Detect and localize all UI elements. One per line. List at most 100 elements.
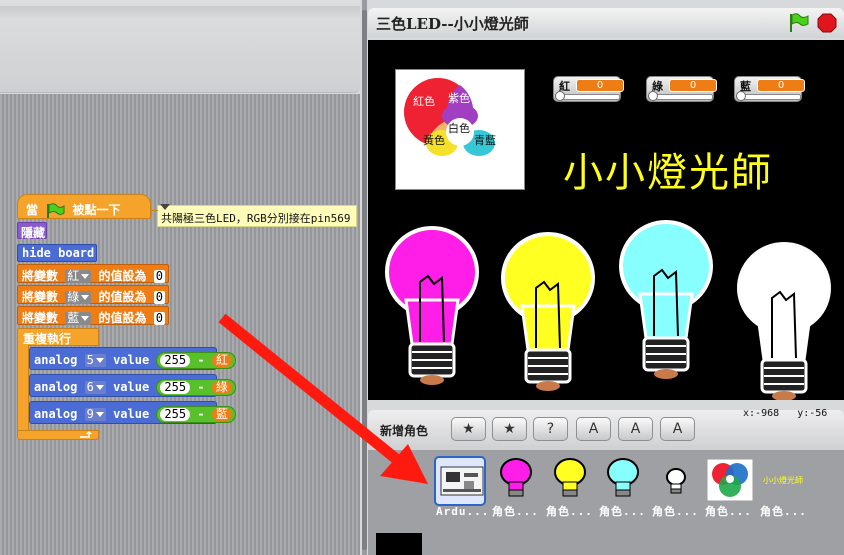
analog-label: analog	[34, 380, 78, 394]
pin-dropdown[interactable]: 6	[84, 381, 106, 394]
folder-text-button[interactable]: A	[660, 417, 695, 441]
hide-label: 隱藏	[21, 226, 46, 240]
forever-label: 重複執行	[23, 332, 72, 346]
analog-write-block[interactable]: analog 9 value 255 - 藍	[29, 401, 236, 424]
variable-value-slot[interactable]: 0	[153, 270, 165, 283]
set-variable-block[interactable]: 將變數 紅 的值設為 0	[17, 264, 169, 283]
sprite-thumbnail[interactable]: 角色...	[546, 458, 598, 518]
sprite-thumbnail[interactable]: 角色...	[599, 458, 651, 518]
bulbs-row	[368, 40, 844, 401]
green-flag-icon	[47, 202, 65, 218]
variable-reporter[interactable]: 綠	[211, 381, 232, 394]
number-slot[interactable]: 255	[160, 354, 191, 367]
chevron-down-icon	[81, 316, 90, 321]
forever-arm	[17, 345, 29, 431]
y-value: -56	[809, 408, 828, 419]
sprite-name: 角色...	[760, 505, 807, 518]
sprite-name: 角色...	[546, 505, 593, 518]
variable-reporter[interactable]: 紅	[211, 354, 232, 367]
comment-toggle-icon[interactable]	[160, 204, 170, 210]
number-slot[interactable]: 255	[160, 381, 191, 394]
pin-dropdown[interactable]: 9	[84, 408, 106, 421]
chevron-down-icon	[95, 385, 104, 390]
hat-when-label: 當	[26, 203, 39, 217]
chevron-down-icon	[95, 412, 104, 417]
set-var-mid-label: 的值設為	[98, 311, 147, 325]
cyan-bulb-icon	[607, 458, 639, 497]
number-slot[interactable]: 255	[160, 408, 191, 421]
paint-a-icon: A	[630, 421, 641, 437]
sprites-header: 新增角色 ★ ★ ? A A A x:-968 y:-56	[368, 408, 844, 450]
random-sprite-button[interactable]: ?	[533, 417, 568, 441]
set-variable-block[interactable]: 將變數 藍 的值設為 0	[17, 306, 169, 325]
green-flag-icon[interactable]	[788, 13, 810, 33]
sprite-name: 角色...	[705, 505, 752, 518]
variable-value-slot[interactable]: 0	[153, 291, 165, 304]
paint-text-button[interactable]: A	[618, 417, 653, 441]
blocks-palette-panel	[0, 0, 360, 93]
sprite-thumbnail[interactable]: 角色...	[492, 458, 544, 518]
value-label: value	[113, 353, 150, 367]
scripts-area[interactable]: 當 被點一下 共陽極三色LED，RGB分別接在pin569 隱藏 hide bo…	[0, 94, 360, 555]
add-text-button[interactable]: A	[576, 417, 611, 441]
set-var-label: 將變數	[22, 311, 59, 325]
stage[interactable]: 紅色 紫色 藍色 白色 黃色 青藍 綠色 紅 0 綠 0 藍 0 小小燈光師	[368, 40, 844, 401]
sprite-name: 角色...	[599, 505, 646, 518]
set-var-label: 將變數	[22, 269, 59, 283]
light-bulb[interactable]	[385, 226, 479, 385]
analog-label: analog	[34, 407, 78, 421]
chevron-down-icon	[81, 295, 90, 300]
subtract-operator[interactable]: 255 - 藍	[156, 406, 236, 423]
stage-thumbnail[interactable]	[376, 533, 422, 555]
light-bulb[interactable]	[737, 242, 831, 401]
magenta-bulb-icon	[500, 458, 532, 497]
sprite-thumbnail[interactable]: 角色...	[705, 458, 757, 518]
light-bulb[interactable]	[501, 232, 595, 391]
set-var-mid-label: 的值設為	[98, 269, 147, 283]
subtract-operator[interactable]: 255 - 綠	[156, 379, 236, 396]
project-title: 三色LED--小小燈光師	[376, 15, 529, 33]
yellow-bulb-icon	[554, 458, 586, 497]
variable-value-slot[interactable]: 0	[153, 312, 165, 325]
white-bulb-icon	[666, 468, 686, 494]
light-bulb[interactable]	[619, 220, 713, 379]
sprite-name: Ardu...	[436, 505, 490, 518]
variable-dropdown[interactable]: 藍	[65, 312, 92, 325]
hide-block[interactable]: 隱藏	[17, 222, 47, 240]
scrollbar-thumb[interactable]	[362, 10, 367, 550]
set-var-mid-label: 的值設為	[98, 290, 147, 304]
variable-dropdown[interactable]: 紅	[65, 270, 92, 283]
hat-clicked-label: 被點一下	[72, 203, 121, 217]
loop-arrow-icon	[80, 431, 92, 438]
analog-write-block[interactable]: analog 6 value 255 - 綠	[29, 374, 236, 397]
sprite-thumbnail[interactable]: 小小燈光師 角色...	[760, 458, 812, 518]
analog-label: analog	[34, 353, 78, 367]
folder-a-icon: A	[672, 421, 683, 437]
set-var-label: 將變數	[22, 290, 59, 304]
palette-tab-band	[0, 6, 360, 18]
variable-reporter[interactable]: 藍	[211, 408, 232, 421]
sprite-thumbnail-arduino[interactable]: Ardu...	[434, 456, 488, 518]
subtract-operator[interactable]: 255 - 紅	[156, 352, 236, 369]
paint-sprite-button[interactable]: ★	[451, 417, 486, 441]
hide-board-block[interactable]: hide board	[17, 244, 97, 262]
stage-header: 三色LED--小小燈光師	[368, 8, 844, 38]
value-label: value	[113, 407, 150, 421]
variable-dropdown[interactable]: 綠	[65, 291, 92, 304]
set-variable-block[interactable]: 將變數 綠 的值設為 0	[17, 285, 169, 304]
chevron-down-icon	[81, 274, 90, 279]
arduino-board-icon	[440, 466, 484, 496]
sprite-name: 角色...	[652, 505, 699, 518]
folder-star-icon: ★	[503, 421, 516, 437]
stop-sign-icon[interactable]	[817, 13, 837, 33]
value-label: value	[113, 380, 150, 394]
sprite-thumbnail[interactable]: 角色...	[652, 458, 704, 518]
pin-dropdown[interactable]: 5	[84, 354, 106, 367]
choose-sprite-button[interactable]: ★	[492, 417, 527, 441]
script-comment[interactable]: 共陽極三色LED，RGB分別接在pin569	[157, 205, 357, 227]
text-a-icon: A	[588, 421, 599, 437]
x-value: -968	[755, 408, 780, 419]
analog-write-block[interactable]: analog 5 value 255 - 紅	[29, 347, 236, 370]
when-flag-clicked-block[interactable]: 當 被點一下	[17, 194, 151, 219]
chevron-down-icon	[95, 358, 104, 363]
